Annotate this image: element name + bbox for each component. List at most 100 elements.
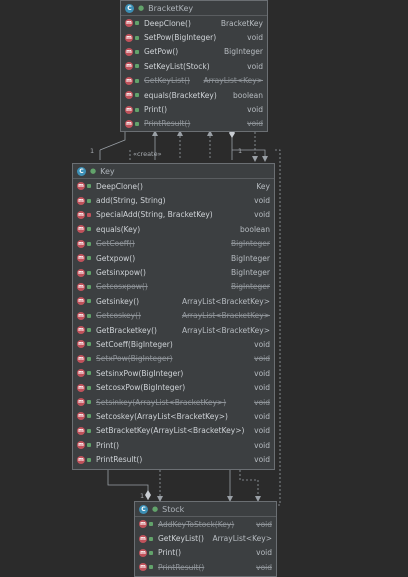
method-return-type: void — [247, 61, 263, 71]
method-row[interactable]: m SetxPow(BigInteger) void — [73, 352, 274, 366]
pin-icon: ● — [90, 167, 97, 175]
method-name: Getxpow() — [96, 253, 136, 263]
method-icon: m — [125, 19, 133, 28]
public-visibility-icon — [87, 256, 91, 261]
method-name: SetsinxPow(BigInteger) — [96, 368, 184, 378]
method-row[interactable]: m GetPow() BigInteger — [121, 45, 267, 59]
method-row[interactable]: m PrintResult() void — [121, 117, 267, 131]
public-visibility-icon — [87, 328, 91, 333]
method-icon: m — [125, 105, 133, 114]
class-icon: C — [139, 504, 148, 514]
method-return-type: void — [247, 105, 263, 115]
method-row[interactable]: m Getsinkey() ArrayList<BracketKey> — [73, 294, 274, 308]
method-name: Print() — [158, 548, 182, 558]
public-visibility-icon — [149, 536, 153, 541]
public-visibility-icon — [87, 400, 91, 405]
method-row[interactable]: m Print() void — [73, 438, 274, 452]
method-return-type: BracketKey — [220, 18, 263, 28]
public-visibility-icon — [87, 457, 91, 462]
method-name: SetCoeff(BigInteger) — [96, 339, 173, 349]
method-row[interactable]: m Getsinxpow() BigInteger — [73, 265, 274, 279]
method-row[interactable]: m add(String, String) void — [73, 193, 274, 207]
method-icon: m — [77, 426, 85, 435]
method-name: SpecialAdd(String, BracketKey) — [96, 210, 213, 220]
method-row[interactable]: m GetBracketkey() ArrayList<BracketKey> — [73, 323, 274, 337]
method-icon: m — [125, 76, 133, 85]
method-name: SetBracketKey(ArrayList<BracketKey>) — [96, 426, 245, 436]
method-return-type: void — [254, 210, 270, 220]
method-return-type: void — [254, 354, 270, 364]
public-visibility-icon — [87, 356, 91, 361]
method-return-type: BigInteger — [231, 282, 270, 292]
class-key[interactable]: C ● Key m DeepClone() Key m add(String, Stri… — [72, 163, 275, 470]
method-return-type: void — [256, 562, 272, 572]
method-name: PrintResult() — [144, 119, 191, 129]
method-row[interactable]: m SetKeyList(Stock) void — [121, 59, 267, 73]
method-return-type: void — [254, 339, 270, 349]
class-title: Key — [100, 166, 115, 176]
method-icon: m — [77, 268, 85, 277]
method-row[interactable]: m equals(Key) boolean — [73, 222, 274, 236]
method-icon: m — [77, 441, 85, 450]
method-icon: m — [77, 455, 85, 464]
method-icon: m — [77, 398, 85, 407]
method-row[interactable]: m Print() void — [121, 102, 267, 116]
method-row[interactable]: m equals(BracketKey) boolean — [121, 88, 267, 102]
public-visibility-icon — [135, 64, 139, 69]
method-name: GetCoeff() — [96, 239, 135, 249]
method-row[interactable]: m DeepClone() Key — [73, 179, 274, 193]
public-visibility-icon — [87, 385, 91, 390]
method-row[interactable]: m DeepClone() BracketKey — [121, 16, 267, 30]
class-bracketkey[interactable]: C ● BracketKey m DeepClone() BracketKey m Se… — [120, 0, 268, 132]
public-visibility-icon — [135, 121, 139, 126]
public-visibility-icon — [87, 443, 91, 448]
method-row[interactable]: m Print() void — [135, 546, 276, 560]
method-icon: m — [125, 91, 133, 100]
method-row[interactable]: m SpecialAdd(String, BracketKey) void — [73, 208, 274, 222]
method-name: equals(Key) — [96, 224, 141, 234]
method-row[interactable]: m Getcoskey() ArrayList<BracketKey> — [73, 309, 274, 323]
method-row[interactable]: m GetKeyList() ArrayList<Key> — [135, 531, 276, 545]
method-row[interactable]: m PrintResult() void — [135, 560, 276, 574]
method-row[interactable]: m SetBracketKey(ArrayList<BracketKey>) voi… — [73, 424, 274, 438]
method-icon: m — [77, 383, 85, 392]
method-row[interactable]: m SetsinxPow(BigInteger) void — [73, 366, 274, 380]
method-name: AddKeyToStock(Key) — [158, 519, 235, 529]
method-return-type: BigInteger — [231, 268, 270, 278]
method-row[interactable]: m Getxpow() BigInteger — [73, 251, 274, 265]
method-icon: m — [139, 563, 147, 572]
public-visibility-icon — [87, 198, 91, 203]
multiplicity-bottom: 1 — [140, 492, 145, 500]
public-visibility-icon — [87, 371, 91, 376]
public-visibility-icon — [149, 550, 153, 555]
method-row[interactable]: m PrintResult() void — [73, 452, 274, 466]
public-visibility-icon — [135, 107, 139, 112]
public-visibility-icon — [87, 284, 91, 289]
method-row[interactable]: m Setsinkey(ArrayList<BracketKey>) void — [73, 395, 274, 409]
class-stock[interactable]: C ● Stock m AddKeyToStock(Key) void m GetKey… — [134, 501, 277, 577]
class-title: Stock — [162, 504, 185, 514]
method-name: PrintResult() — [158, 562, 205, 572]
method-return-type: void — [254, 411, 270, 421]
public-visibility-icon — [149, 522, 153, 527]
method-icon: m — [125, 47, 133, 56]
method-row[interactable]: m SetPow(BigInteger) void — [121, 30, 267, 44]
method-return-type: void — [247, 33, 263, 43]
method-icon: m — [77, 282, 85, 291]
method-row[interactable]: m GetCoeff() BigInteger — [73, 237, 274, 251]
method-row[interactable]: m AddKeyToStock(Key) void — [135, 517, 276, 531]
method-name: Print() — [144, 105, 168, 115]
method-name: equals(BracketKey) — [144, 90, 217, 100]
method-row[interactable]: m Setcoskey(ArrayList<BracketKey>) void — [73, 409, 274, 423]
private-visibility-icon — [87, 212, 91, 217]
method-icon: m — [77, 354, 85, 363]
method-row[interactable]: m GetKeyList() ArrayList<Key> — [121, 74, 267, 88]
multiplicity-top-right: 1 — [238, 147, 243, 155]
method-icon: m — [77, 254, 85, 263]
method-row[interactable]: m SetCoeff(BigInteger) void — [73, 337, 274, 351]
method-icon: m — [77, 326, 85, 335]
method-row[interactable]: m SetcosxPow(BigInteger) void — [73, 380, 274, 394]
method-row[interactable]: m Getcosxpow() BigInteger — [73, 280, 274, 294]
public-visibility-icon — [135, 93, 139, 98]
method-icon: m — [139, 534, 147, 543]
